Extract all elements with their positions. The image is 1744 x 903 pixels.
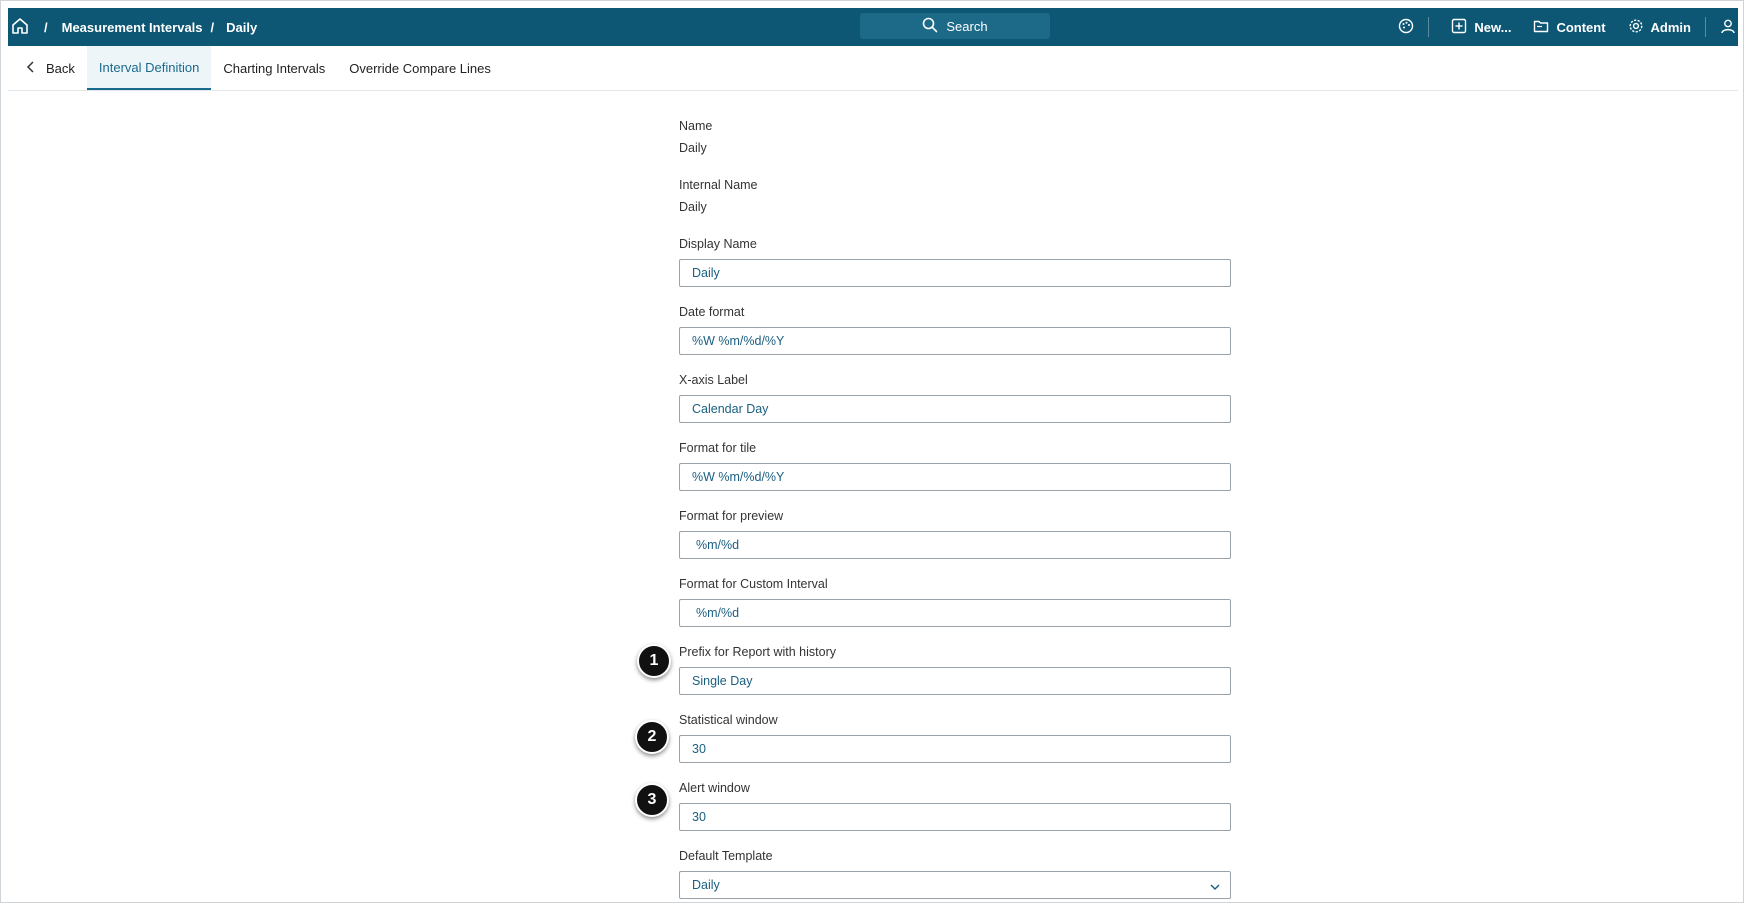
search-label: Search [946, 18, 988, 34]
internal-name-group: Internal Name Daily [679, 178, 1231, 214]
name-label: Name [679, 119, 713, 133]
new-button[interactable]: New... [1451, 18, 1511, 37]
format-tile-input[interactable]: %W %m/%d/%Y [679, 463, 1231, 491]
x-axis-label-label: X-axis Label [679, 373, 748, 387]
toolbar-divider [1428, 17, 1430, 37]
breadcrumb-measurement-intervals[interactable]: Measurement Intervals [62, 20, 203, 35]
x-axis-label-input[interactable]: Calendar Day [679, 395, 1231, 423]
admin-label: Admin [1650, 19, 1691, 35]
format-preview-input[interactable]: %m/%d [679, 531, 1231, 559]
x-axis-label-group: X-axis Label Calendar Day [679, 373, 1231, 423]
user-icon [1720, 18, 1736, 37]
folder-icon [1533, 18, 1549, 37]
toolbar-divider [1705, 17, 1706, 37]
chevron-left-icon [26, 60, 36, 76]
step-marker-1: 1 [637, 644, 671, 678]
content-button[interactable]: Content [1533, 18, 1606, 37]
breadcrumb: / Measurement Intervals / Daily [38, 8, 257, 46]
breadcrumb-separator: / [44, 19, 48, 35]
new-label: New... [1474, 19, 1512, 35]
plus-square-icon [1451, 18, 1467, 37]
prefix-report-label: Prefix for Report with history [679, 645, 836, 659]
app-frame: / Measurement Intervals / Daily Search N… [0, 0, 1744, 903]
search-icon [922, 17, 938, 36]
default-template-label: Default Template [679, 849, 773, 863]
format-custom-group: Format for Custom Interval %m/%d [679, 577, 1231, 627]
top-navigation-bar: / Measurement Intervals / Daily Search N… [8, 8, 1738, 46]
date-format-label: Date format [679, 305, 745, 319]
format-custom-label: Format for Custom Interval [679, 577, 828, 591]
tab-override-compare-lines[interactable]: Override Compare Lines [337, 46, 503, 90]
prefix-report-input[interactable]: Single Day [679, 667, 1231, 695]
step-marker-3: 3 [635, 783, 669, 817]
back-label: Back [46, 60, 75, 76]
statistical-window-label: Statistical window [679, 713, 778, 727]
user-button[interactable] [1720, 18, 1736, 37]
name-group: Name Daily [679, 119, 1231, 155]
tab-charting-intervals[interactable]: Charting Intervals [211, 46, 337, 90]
content-label: Content [1556, 19, 1606, 35]
internal-name-label: Internal Name [679, 178, 758, 192]
statistical-window-group: Statistical window 30 [679, 713, 1231, 763]
display-name-input[interactable]: Daily [679, 259, 1231, 287]
palette-icon [1398, 18, 1414, 37]
prefix-report-group: Prefix for Report with history Single Da… [679, 645, 1231, 695]
display-name-label: Display Name [679, 237, 757, 251]
default-template-select[interactable]: Daily [679, 871, 1231, 899]
step-marker-2: 2 [635, 720, 669, 754]
statistical-window-input[interactable]: 30 [679, 735, 1231, 763]
format-preview-group: Format for preview %m/%d [679, 509, 1231, 559]
default-template-value: Daily [692, 878, 720, 892]
format-preview-label: Format for preview [679, 509, 784, 523]
alert-window-input[interactable]: 30 [679, 803, 1231, 831]
back-button[interactable]: Back [8, 46, 87, 90]
home-icon[interactable] [11, 17, 31, 37]
display-name-group: Display Name Daily [679, 237, 1231, 287]
breadcrumb-separator: / [210, 19, 215, 35]
gear-icon [1628, 18, 1644, 37]
toolbar: New... Content Admin [1376, 8, 1738, 46]
format-tile-label: Format for tile [679, 441, 757, 455]
default-template-group: Default Template Daily [679, 849, 1231, 899]
alert-window-label: Alert window [679, 781, 750, 795]
search-button[interactable]: Search [860, 13, 1050, 39]
alert-window-group: Alert window 30 [679, 781, 1231, 831]
date-format-input[interactable]: %W %m/%d/%Y [679, 327, 1231, 355]
format-custom-input[interactable]: %m/%d [679, 599, 1231, 627]
internal-name-value: Daily [679, 200, 707, 214]
interval-definition-form: Name Daily Internal Name Daily Display N… [679, 119, 1231, 899]
chevron-down-icon [1210, 881, 1220, 891]
breadcrumb-daily: Daily [226, 19, 258, 35]
tab-interval-definition[interactable]: Interval Definition [86, 46, 212, 90]
format-tile-group: Format for tile %W %m/%d/%Y [679, 441, 1231, 491]
name-value: Daily [679, 141, 707, 155]
tab-bar: Back Interval Definition Charting Interv… [8, 46, 1738, 91]
admin-button[interactable]: Admin [1628, 18, 1691, 37]
date-format-group: Date format %W %m/%d/%Y [679, 305, 1231, 355]
palette-button[interactable] [1398, 18, 1414, 37]
